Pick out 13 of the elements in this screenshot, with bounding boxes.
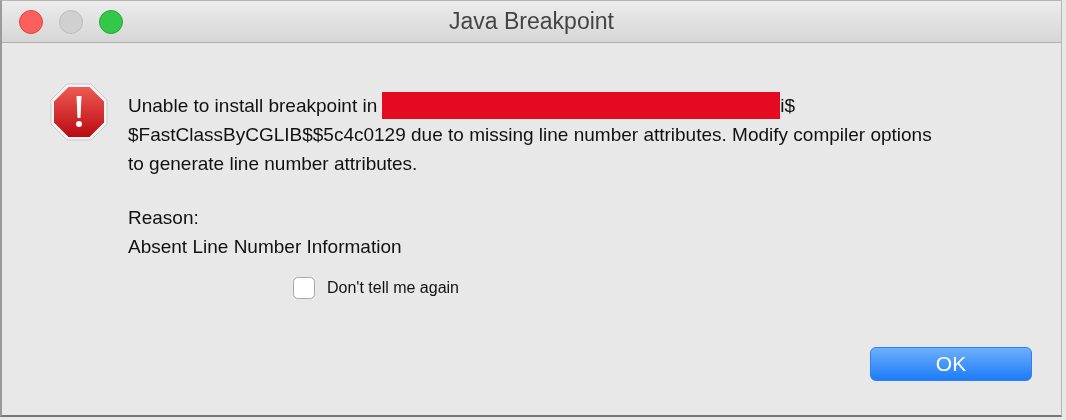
reason-text: Absent Line Number Information (128, 235, 403, 259)
zoom-button[interactable] (99, 9, 123, 34)
minimize-button[interactable] (59, 9, 83, 34)
message-text: Unable to install breakpoint in (128, 94, 378, 117)
reason-label: Reason: (128, 206, 200, 230)
checkbox[interactable] (293, 277, 315, 299)
error-icon (50, 83, 108, 141)
ok-button[interactable]: OK (870, 347, 1032, 381)
window-title: Java Breakpoint (449, 8, 614, 34)
message-text: i$ (780, 94, 796, 117)
close-button[interactable] (19, 9, 43, 34)
checkbox-label: Don't tell me again (327, 279, 459, 297)
message-text: $FastClassByCGLIB$$5c4c0129 due to missing line number attributes. Modify compiler options to generate line number attributes. (128, 123, 933, 176)
